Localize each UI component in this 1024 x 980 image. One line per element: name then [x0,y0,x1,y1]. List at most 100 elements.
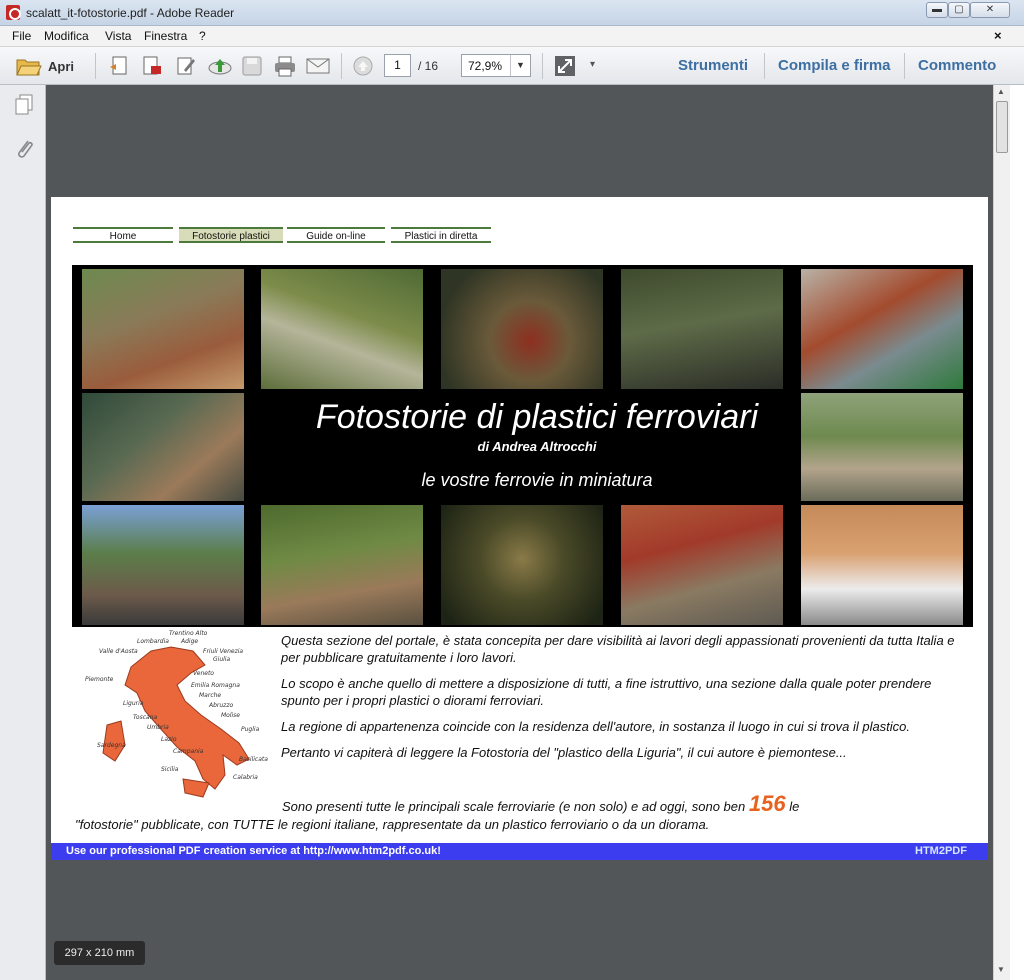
toolbar-more-icon[interactable]: ▾ [590,59,595,70]
toolbar-separator [764,53,765,79]
maximize-button[interactable]: ▢ [948,2,970,18]
folder-open-icon[interactable] [16,55,42,77]
scroll-down-icon[interactable]: ▼ [997,965,1005,974]
map-label: Friuli Venezia [203,648,243,655]
map-label: Trentino Alto [169,630,208,637]
map-label: Abruzzo [208,702,233,709]
intro-text: Questa sezione del portale, è stata conc… [281,632,971,770]
train-photo [801,393,963,501]
train-photo [82,269,244,389]
page-thumbnails-icon[interactable] [14,94,34,116]
htm2pdf-promo-bar: Use our professional PDF creation servic… [51,843,988,860]
upload-cloud-icon[interactable] [207,55,233,77]
intro-paragraph: Pertanto vi capiterà di leggere la Fotos… [281,745,847,760]
window-title: scalatt_it-fotostorie.pdf - Adobe Reader [26,6,235,20]
map-label: Molise [221,712,240,719]
toolbar: Apri 1 / 16 72,9% ▼ ▾ Strumenti Compila … [0,47,1024,85]
train-photo [82,505,244,625]
train-photo [801,505,963,625]
map-label: Lombardia [137,638,169,645]
vertical-scrollbar[interactable]: ▲ ▼ [993,85,1010,980]
train-photo [621,505,783,625]
htm2pdf-logo: HTM2PDF [915,845,967,857]
map-label: Liguria [123,700,144,707]
menu-modifica[interactable]: Modifica [44,29,89,43]
chevron-down-icon[interactable]: ▼ [510,55,530,76]
menu-file[interactable]: File [12,29,31,43]
save-icon[interactable] [241,55,263,77]
intro-paragraph: La regione di appartenenza coincide con … [281,719,911,734]
nav-tab-home[interactable]: Home [73,227,173,243]
zoom-value: 72,9% [468,59,503,73]
previous-page-icon[interactable] [352,55,374,77]
map-label: Sicilia [161,766,179,773]
count-paragraph: Sono presenti tutte le principali scale … [75,793,975,834]
nav-tab-plastici-diretta[interactable]: Plastici in diretta [391,227,491,243]
map-label: Lazio [161,736,177,743]
nav-tab-guide[interactable]: Guide on-line [287,227,385,243]
map-label: Giulia [213,656,230,663]
pdf-page: Home Fotostorie plastici Guide on-line P… [51,197,988,860]
page-total: / 16 [418,59,439,73]
open-button-label[interactable]: Apri [48,59,74,74]
map-label: Valle d'Aosta [99,648,138,655]
fullscreen-icon[interactable] [554,55,576,77]
toolbar-separator [95,53,96,79]
toolbar-separator [904,53,905,79]
export-pdf-icon[interactable] [141,55,163,77]
header-banner: Fotostorie di plastici ferroviari di And… [72,265,973,627]
banner-title: Fotostorie di plastici ferroviari [315,398,759,436]
scrollbar-thumb[interactable] [996,101,1008,153]
fill-sign-panel-button[interactable]: Compila e firma [778,57,891,74]
train-photo [82,393,244,501]
banner-author: di Andrea Altrocchi [477,439,597,454]
count-text-after: le [789,799,800,814]
map-label: Adige [180,638,198,645]
print-icon[interactable] [273,55,297,77]
map-label: Basilicata [239,756,268,763]
toolbar-separator [542,53,543,79]
banner-subtitle: le vostre ferrovie in miniatura [421,470,653,490]
tools-panel-button[interactable]: Strumenti [678,57,748,74]
comment-panel-button[interactable]: Commento [918,57,996,74]
train-photo [621,269,783,389]
train-photo [441,269,603,389]
map-label: Sardegna [97,742,126,749]
map-label: Toscana [133,714,157,721]
map-label: Veneto [193,670,214,677]
intro-paragraph: Questa sezione del portale, è stata conc… [281,633,955,665]
page-number-input[interactable]: 1 [384,54,411,77]
nav-tab-fotostorie[interactable]: Fotostorie plastici [179,227,283,243]
map-label: Umbria [147,724,169,731]
map-label: Marche [199,692,221,699]
italy-regions-map: Trentino Alto Adige Lombardia Friuli Ven… [85,630,268,798]
create-pdf-icon[interactable] [108,55,130,77]
scroll-up-icon[interactable]: ▲ [997,87,1005,96]
edit-document-icon[interactable] [175,55,197,77]
close-document-button[interactable]: × [994,28,1002,43]
page-size-badge: 297 x 210 mm [54,941,145,965]
map-label: Piemonte [85,676,114,683]
map-label: Calabria [233,774,258,781]
attachments-icon[interactable] [14,137,34,161]
map-label: Campania [173,748,204,755]
close-window-button[interactable]: ✕ [970,2,1010,18]
minimize-button[interactable]: ▬ [926,2,948,18]
menu-finestra[interactable]: Finestra [144,29,187,43]
menu-help[interactable]: ? [199,29,206,43]
fotostorie-count: 156 [748,791,786,816]
menu-vista[interactable]: Vista [105,29,131,43]
background-window-edge [1010,85,1024,980]
train-photo [441,505,603,625]
navigation-pane [0,85,46,980]
map-label: Emilia Romagna [191,682,240,689]
menubar: File Modifica Vista Finestra ? × [0,26,1024,47]
promo-text[interactable]: Use our professional PDF creation servic… [66,845,441,857]
adobe-reader-icon [6,5,21,20]
toolbar-separator [341,53,342,79]
zoom-select[interactable]: 72,9% ▼ [461,54,531,77]
map-label: Puglia [241,726,260,733]
train-photo [801,269,963,389]
email-icon[interactable] [305,55,331,77]
count-text-after: "fotostorie" pubblicate, con TUTTE le re… [75,817,710,832]
